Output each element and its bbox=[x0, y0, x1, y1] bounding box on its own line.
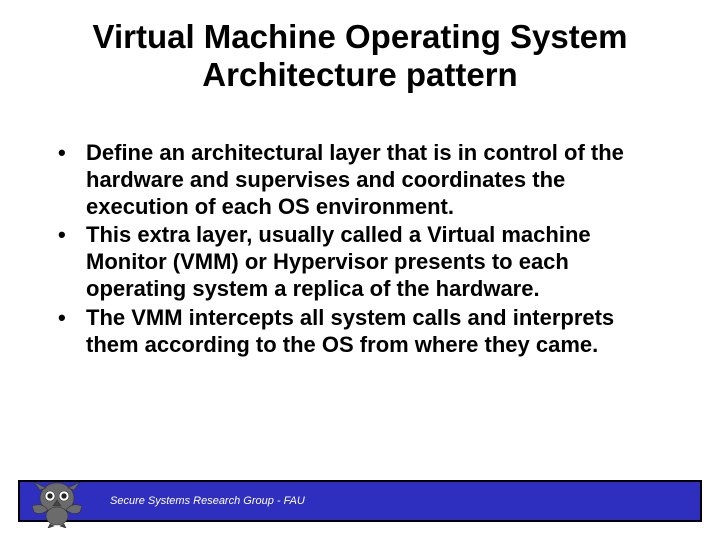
footer-bar: Secure Systems Research Group - FAU bbox=[18, 480, 702, 522]
slide: Virtual Machine Operating System Archite… bbox=[0, 0, 720, 540]
bullet-item: Define an architectural layer that is in… bbox=[48, 140, 672, 220]
content-area: Define an architectural layer that is in… bbox=[48, 140, 672, 361]
bullet-list: Define an architectural layer that is in… bbox=[48, 140, 672, 359]
owl-logo-icon bbox=[28, 476, 86, 528]
slide-title: Virtual Machine Operating System Archite… bbox=[0, 18, 720, 94]
footer-text: Secure Systems Research Group - FAU bbox=[110, 495, 305, 507]
bullet-item: This extra layer, usually called a Virtu… bbox=[48, 222, 672, 302]
bullet-item: The VMM intercepts all system calls and … bbox=[48, 305, 672, 359]
